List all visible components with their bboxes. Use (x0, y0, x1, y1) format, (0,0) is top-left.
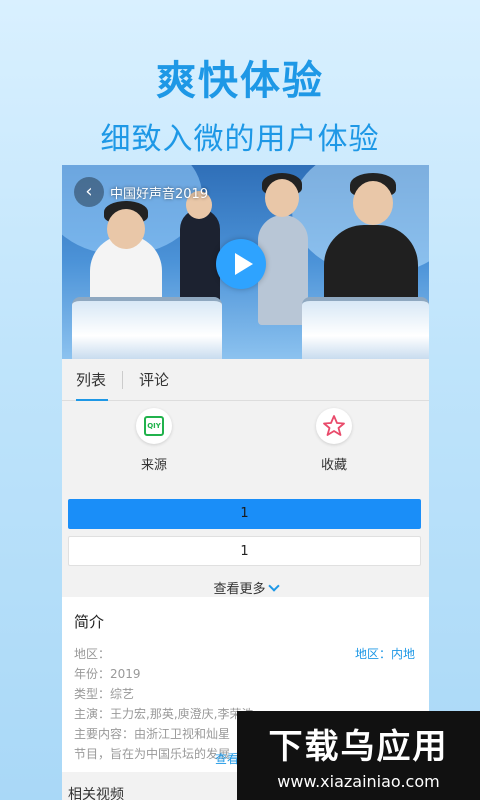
tab-list[interactable]: 列表 (76, 359, 108, 401)
performer (180, 209, 220, 309)
show-more-label: 查看更多 (213, 582, 266, 597)
promo-headline: 爽快体验 (156, 58, 324, 104)
source-label: 来源 (140, 458, 167, 473)
tab-bar: 列表 评论 (62, 359, 429, 401)
star-icon-svg (323, 415, 345, 436)
episode-button-active[interactable]: 1 (68, 499, 421, 529)
promo-subheadline: 细致入微的用户体验 (100, 122, 380, 157)
intro-year: 年份：2019 (74, 667, 141, 681)
show-more-link[interactable]: 查看更多 (62, 578, 429, 597)
watermark-brand: 下载乌应用 (268, 727, 449, 767)
watermark-banner: 下载乌应用 www.xiazainiao.com (237, 711, 480, 800)
performer-head (353, 181, 393, 225)
favorite-button[interactable]: 收藏 (294, 408, 374, 473)
intro-genre: 类型：综艺 (74, 687, 135, 701)
video-player[interactable]: ‹ 中国好声音2019 (62, 165, 429, 359)
episode-button[interactable]: 1 (68, 536, 421, 566)
intro-title: 简介 (74, 613, 105, 631)
chevron-down-icon (267, 580, 280, 592)
favorite-label: 收藏 (320, 458, 347, 473)
watermark-url: www.xiazainiao.com (277, 772, 440, 791)
performer-head (265, 179, 299, 217)
video-title: 中国好声音2019 (110, 187, 209, 202)
back-arrow-icon[interactable]: ‹ (74, 177, 104, 207)
tab-comments[interactable]: 评论 (139, 359, 171, 401)
iqiyi-logo-icon: QIY (136, 408, 172, 444)
source-button[interactable]: QIY 来源 (114, 408, 194, 473)
star-icon (316, 408, 352, 444)
intro-region-label: 地区： (74, 647, 111, 661)
performer (258, 215, 308, 325)
tab-divider (122, 371, 123, 389)
judge-chair (72, 297, 222, 359)
performer-head (107, 209, 145, 249)
intro-region-link[interactable]: 地区：内地 (355, 644, 415, 664)
intro-region: 地区： 地区：内地 (74, 644, 417, 664)
app-screen: ‹ 中国好声音2019 列表 评论 QIY 来源 收藏 1 1 查看更多 简介 (62, 165, 429, 800)
action-row: QIY 来源 收藏 (62, 402, 429, 492)
iqiyi-logo-mark: QIY (144, 416, 164, 436)
judge-chair (302, 297, 429, 359)
play-icon[interactable] (216, 239, 266, 289)
intro-more-link[interactable]: 查看 (215, 750, 239, 767)
